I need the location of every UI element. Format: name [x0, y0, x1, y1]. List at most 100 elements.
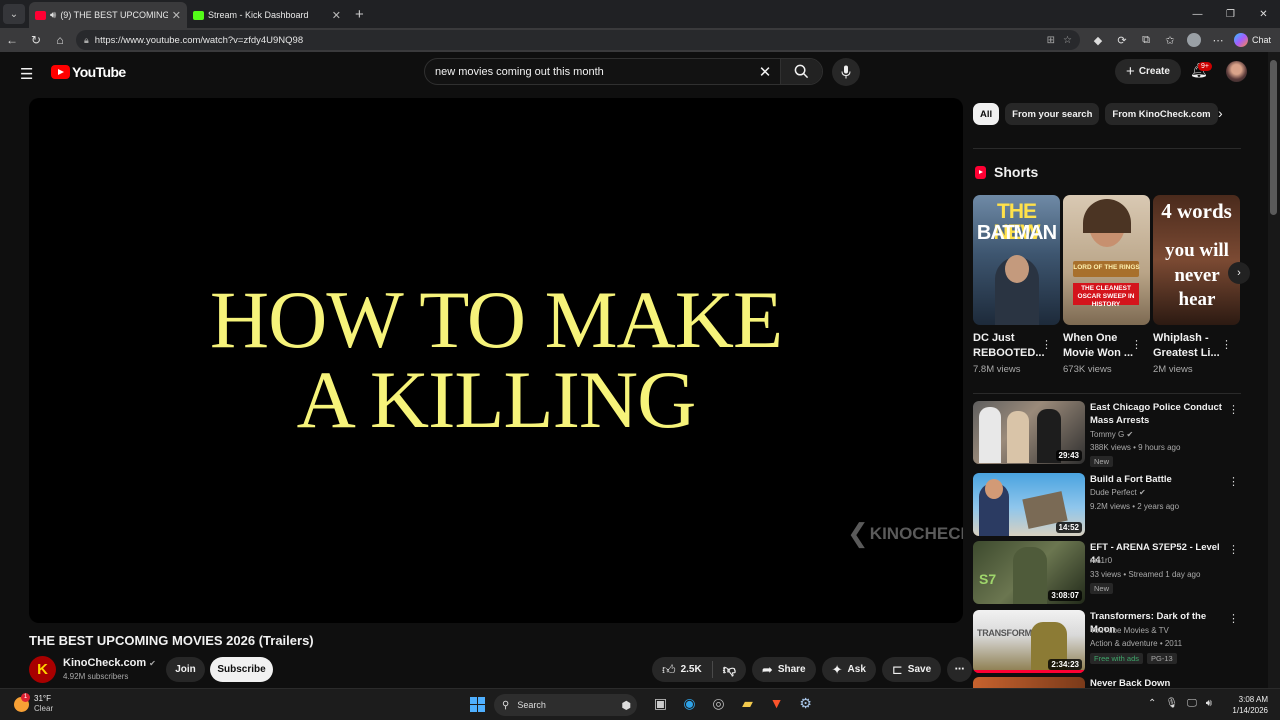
more-vertical-icon[interactable]: ⋮ — [1228, 612, 1239, 625]
youtube-logo[interactable]: YouTube — [51, 64, 126, 80]
video-player[interactable]: HOW TO MAKE A KILLING ❮ KINOCHECK — [29, 98, 963, 623]
voice-search-button[interactable] — [832, 58, 860, 86]
short-title[interactable]: DC Just REBOOTED... — [973, 331, 1045, 361]
chrome-icon[interactable]: ◎ — [704, 695, 733, 712]
url-field[interactable]: 🔒︎ https://www.youtube.com/watch?v=zfdy4… — [76, 30, 1080, 50]
recommendation-item[interactable]: 14:52 Build a Fort Battle Dude Perfect ✔… — [973, 473, 1241, 537]
file-explorer-icon[interactable]: ▰ — [733, 695, 762, 712]
chip-all[interactable]: All — [973, 103, 1000, 125]
chip-from-channel[interactable]: From KinoCheck.com — [1105, 103, 1218, 125]
account-avatar[interactable] — [1226, 61, 1247, 82]
minimize-icon[interactable]: — — [1181, 9, 1214, 20]
ask-button[interactable]: ✦ Ask — [821, 657, 876, 682]
channel-row[interactable]: YouTube Movies & TV — [1090, 626, 1169, 635]
channel-name[interactable]: KinoCheck.com — [63, 657, 146, 669]
channel-name[interactable]: Tommy G — [1090, 430, 1124, 439]
channel-avatar[interactable]: K — [29, 656, 56, 683]
subscribe-button[interactable]: Subscribe — [210, 657, 273, 682]
share-button[interactable]: ➦ Share — [751, 657, 816, 682]
recommendation-item[interactable]: 29:43 East Chicago Police Conduct Mass A… — [973, 401, 1241, 467]
short-thumbnail[interactable]: THE NEW BATMAN — [973, 195, 1060, 325]
new-tab-icon[interactable]: + — [355, 6, 364, 23]
chip-from-your-search[interactable]: From your search — [1005, 103, 1100, 125]
clear-search-icon[interactable]: ✕ — [750, 63, 780, 81]
video-title[interactable]: Never Back Down — [1090, 677, 1230, 688]
restore-icon[interactable]: ❐ — [1214, 9, 1247, 20]
weather-widget[interactable]: 31°F Clear — [14, 692, 53, 714]
short-item[interactable]: THE NEW BATMAN DC Just REBOOTED... 7.8M … — [973, 195, 1060, 375]
video-thumbnail[interactable]: TRANSFORMERS 2:34:23 — [973, 610, 1085, 673]
more-vertical-icon[interactable]: ⋮ — [1131, 338, 1142, 351]
dislike-button[interactable]: 👎︎ — [713, 662, 746, 678]
more-vertical-icon[interactable]: ⋮ — [1228, 403, 1239, 416]
short-thumbnail[interactable]: 4 words you will never hear — [1153, 195, 1240, 325]
favorites-icon[interactable]: ✩ — [1158, 34, 1182, 47]
site-info-icon[interactable]: 🔒︎ — [84, 35, 89, 46]
shorts-next-button[interactable]: › — [1228, 262, 1250, 284]
recommendation-item[interactable]: TRANSFORMERS 2:34:23 Transformers: Dark … — [973, 610, 1241, 674]
video-thumbnail[interactable]: 14:52 — [973, 473, 1085, 536]
menu-icon[interactable]: ☰ — [20, 65, 33, 83]
more-vertical-icon[interactable]: ⋮ — [1221, 338, 1232, 351]
profile-icon[interactable] — [1187, 33, 1201, 47]
channel-row[interactable]: Tommy G ✔ — [1090, 430, 1133, 439]
refresh-icon[interactable]: ↻ — [24, 33, 48, 47]
browser-tab-youtube[interactable]: 🔊︎ (9) THE BEST UPCOMING MO ✕ — [29, 2, 187, 28]
close-tab-icon[interactable]: ✕ — [332, 9, 341, 22]
video-thumbnail[interactable]: 29:43 — [973, 401, 1085, 464]
scrollbar-thumb[interactable] — [1270, 60, 1277, 215]
volume-icon[interactable]: 🔊︎ — [1206, 698, 1212, 709]
more-vertical-icon[interactable]: ⋮ — [1041, 338, 1052, 351]
channel-name-row[interactable]: KinoCheck.com ✔ — [63, 657, 156, 669]
close-window-icon[interactable]: ✕ — [1247, 9, 1280, 20]
taskbar-search[interactable]: ⚲ Search ⬢ — [494, 694, 637, 716]
join-button[interactable]: Join — [166, 657, 205, 682]
recommendation-item[interactable]: Never Back Down — [973, 677, 1241, 688]
favorite-star-icon[interactable]: ☆ — [1063, 35, 1072, 46]
chips-next-icon[interactable]: › — [1218, 105, 1223, 121]
more-vertical-icon[interactable]: ⋮ — [1228, 543, 1239, 556]
back-icon[interactable]: ← — [0, 33, 24, 47]
edge-browser-icon[interactable]: ◉ — [675, 695, 704, 712]
more-vertical-icon[interactable]: ⋮ — [1228, 475, 1239, 488]
save-button[interactable]: ⊏ Save — [881, 657, 942, 682]
video-thumbnail[interactable]: S7 3:08:07 — [973, 541, 1085, 604]
system-clock[interactable]: 3:08 AM 1/14/2026 — [1226, 694, 1268, 716]
channel-name[interactable]: m11r0 — [1090, 556, 1112, 565]
app-available-icon[interactable]: ⊞ — [1047, 35, 1055, 46]
network-icon[interactable]: 🖵︎ — [1187, 698, 1197, 709]
task-view-icon[interactable]: ▣ — [646, 695, 675, 712]
video-title[interactable]: Build a Fort Battle — [1090, 473, 1230, 486]
like-button[interactable]: 👍︎ 2.5K — [652, 661, 713, 678]
steam-icon[interactable]: ⚙ — [791, 695, 820, 712]
video-title[interactable]: East Chicago Police Conduct Mass Arrests — [1090, 401, 1230, 427]
close-tab-icon[interactable]: ✕ — [172, 9, 181, 22]
windows-start-icon[interactable] — [470, 697, 485, 712]
show-hidden-icons-icon[interactable]: ⌃ — [1148, 698, 1156, 709]
extensions-puzzle-icon[interactable]: ⟳ — [1110, 34, 1134, 47]
copilot-chat-button[interactable]: Chat — [1234, 33, 1271, 47]
video-thumbnail[interactable] — [973, 677, 1085, 688]
more-options-icon[interactable]: ⋯ — [1206, 34, 1230, 47]
channel-row[interactable]: Dude Perfect ✔ — [1090, 488, 1146, 497]
split-screen-icon[interactable]: ⧉ — [1134, 34, 1158, 47]
short-item[interactable]: 4 words you will never hear Whiplash - G… — [1153, 195, 1240, 375]
channel-row[interactable]: m11r0 — [1090, 556, 1112, 565]
speaker-icon[interactable]: 🔊︎ — [50, 10, 56, 21]
channel-name[interactable]: YouTube Movies & TV — [1090, 626, 1169, 635]
search-button[interactable] — [780, 59, 822, 84]
short-title[interactable]: Whiplash - Greatest Li... — [1153, 331, 1225, 361]
extension-icon[interactable]: ◆ — [1086, 34, 1110, 47]
create-button[interactable]: + Create — [1115, 59, 1181, 84]
brave-browser-icon[interactable]: ▼ — [762, 695, 791, 712]
browser-tab-kick[interactable]: Stream - Kick Dashboard ✕ — [187, 2, 347, 28]
search-input[interactable]: new movies coming out this month — [425, 66, 750, 78]
home-icon[interactable]: ⌂ — [48, 33, 72, 47]
channel-name[interactable]: Dude Perfect — [1090, 488, 1137, 497]
more-actions-button[interactable]: ⋯ — [947, 657, 973, 682]
short-item[interactable]: LORD OF THE RINGS THE CLEANEST OSCAR SWE… — [1063, 195, 1150, 375]
microphone-icon[interactable]: 🎙︎ — [1165, 698, 1178, 709]
recommendation-item[interactable]: S7 3:08:07 EFT - ARENA S7EP52 - Level 44… — [973, 541, 1241, 605]
short-thumbnail[interactable]: LORD OF THE RINGS THE CLEANEST OSCAR SWE… — [1063, 195, 1150, 325]
tab-list-button[interactable]: ⌄ — [3, 4, 25, 24]
